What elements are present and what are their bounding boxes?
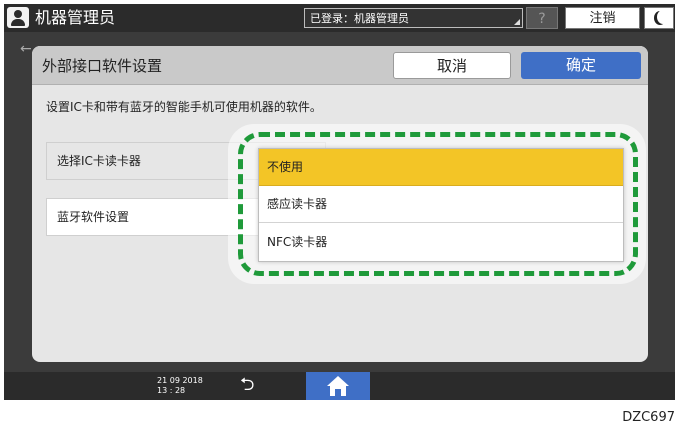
- home-icon: [327, 376, 349, 386]
- cancel-button[interactable]: 取消: [393, 52, 511, 79]
- background-back-arrow-icon: ←: [20, 41, 32, 57]
- moon-icon[interactable]: [644, 7, 674, 29]
- date-text: 21 09 2018: [157, 376, 203, 385]
- logout-button[interactable]: 注销: [565, 7, 640, 29]
- back-arrow-icon[interactable]: ⮌: [240, 374, 254, 396]
- user-icon[interactable]: [7, 7, 29, 28]
- login-status-box[interactable]: 已登录：机器管理员: [304, 8, 523, 28]
- annotation-dashed-outline: [238, 132, 638, 276]
- home-button[interactable]: [306, 372, 370, 400]
- app-title: 机器管理员: [35, 8, 116, 27]
- time-text: 13 : 28: [157, 386, 186, 395]
- date-time-display: 21 09 2018 13 : 28: [157, 376, 203, 396]
- dialog-header: 外部接口软件设置 取消 确定: [32, 46, 648, 85]
- top-bar: 机器管理员 已登录：机器管理员 ? 注销: [4, 4, 675, 32]
- help-button[interactable]: ?: [526, 7, 558, 29]
- login-status-text: 已登录：机器管理员: [310, 12, 409, 25]
- ok-button[interactable]: 确定: [521, 52, 641, 79]
- dialog-description: 设置IC卡和带有蓝牙的智能手机可使用机器的软件。: [46, 100, 322, 114]
- figure-code: DZC697: [622, 410, 675, 425]
- expand-corner-icon: [514, 19, 520, 25]
- dialog-title: 外部接口软件设置: [42, 57, 163, 75]
